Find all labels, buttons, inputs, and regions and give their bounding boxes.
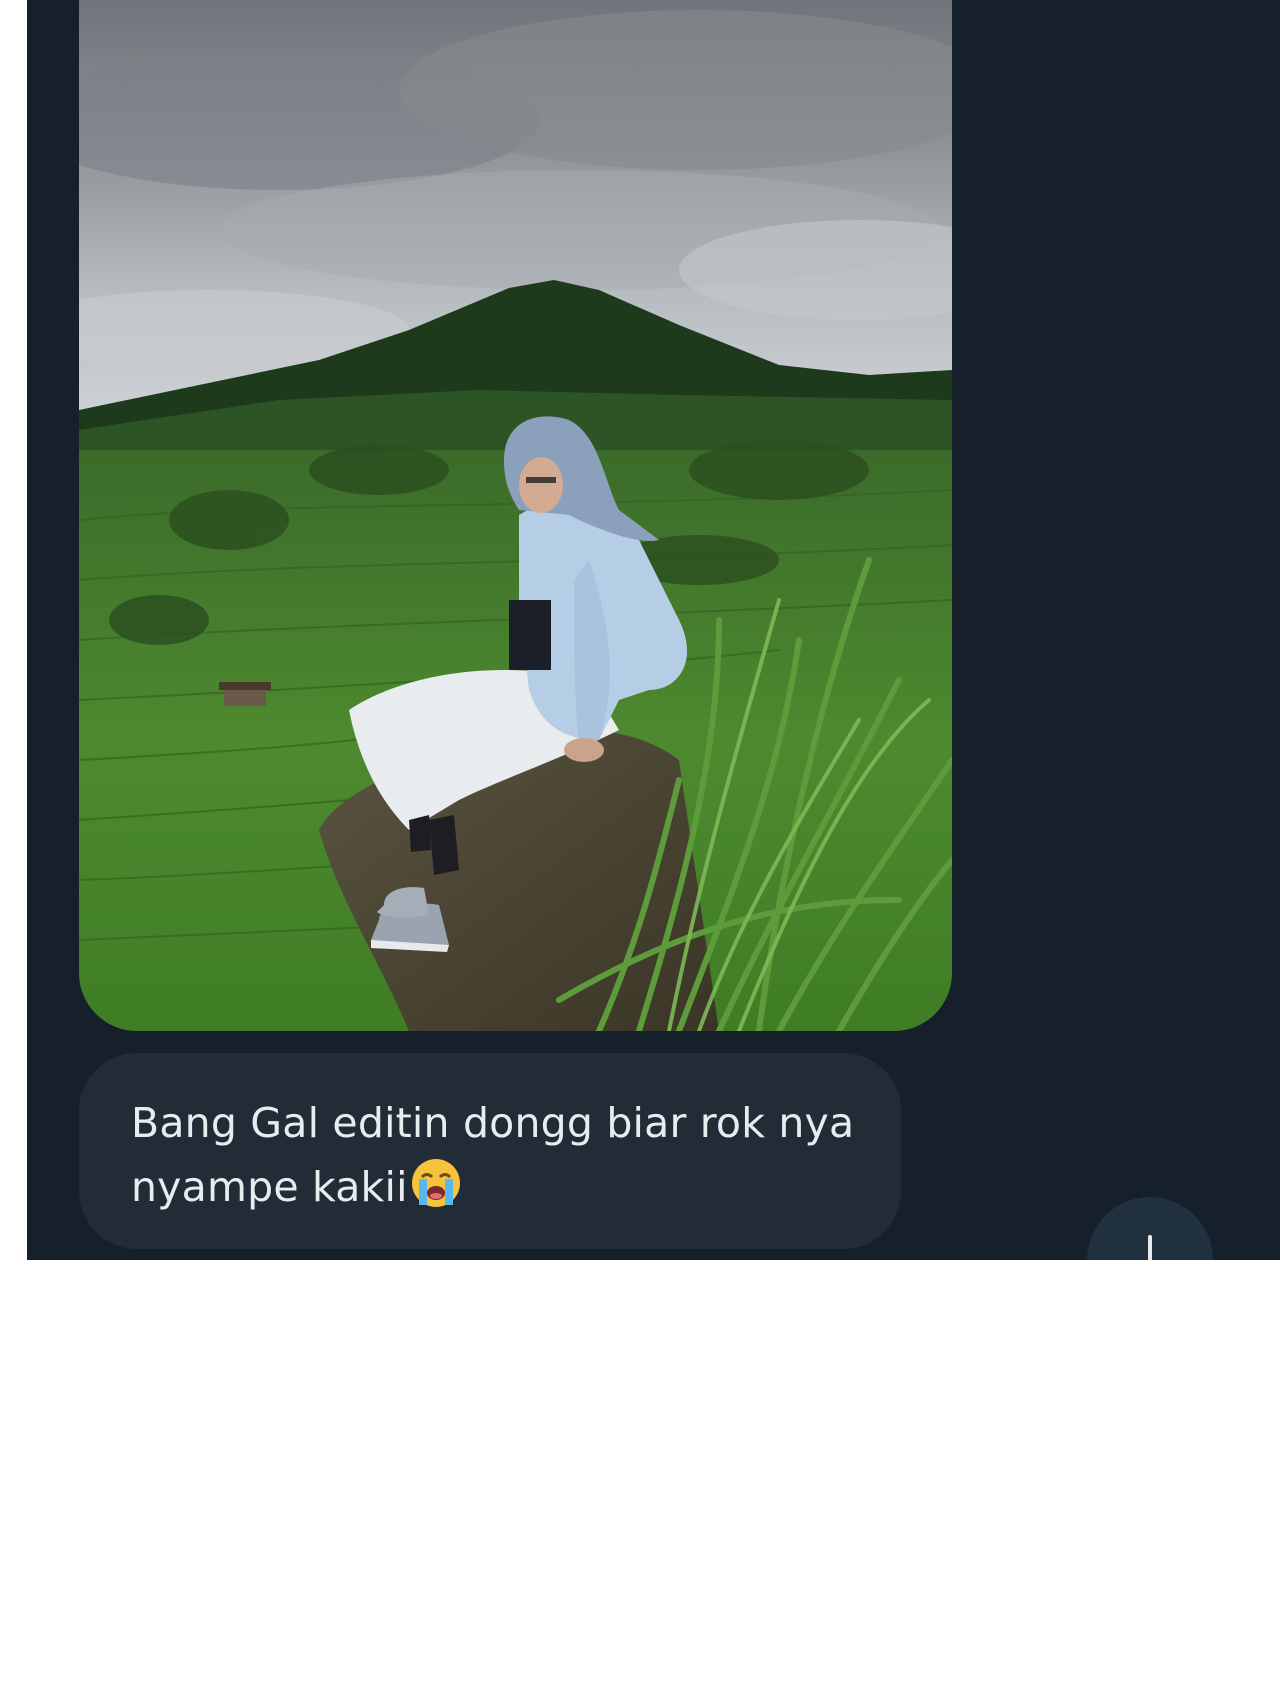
message-text: Bang Gal editin dongg biar rok nya nyamp… bbox=[131, 1091, 861, 1227]
message-photo[interactable] bbox=[79, 0, 952, 1031]
landscape-image bbox=[79, 0, 952, 1031]
loudly-crying-face-emoji-icon bbox=[410, 1157, 462, 1227]
scroll-down-button[interactable] bbox=[1087, 1197, 1213, 1260]
message-bubble[interactable]: Bang Gal editin dongg biar rok nya nyamp… bbox=[79, 1053, 901, 1249]
arrow-down-icon bbox=[1148, 1235, 1152, 1260]
chat-screen: Bang Gal editin dongg biar rok nya nyamp… bbox=[27, 0, 1280, 1260]
